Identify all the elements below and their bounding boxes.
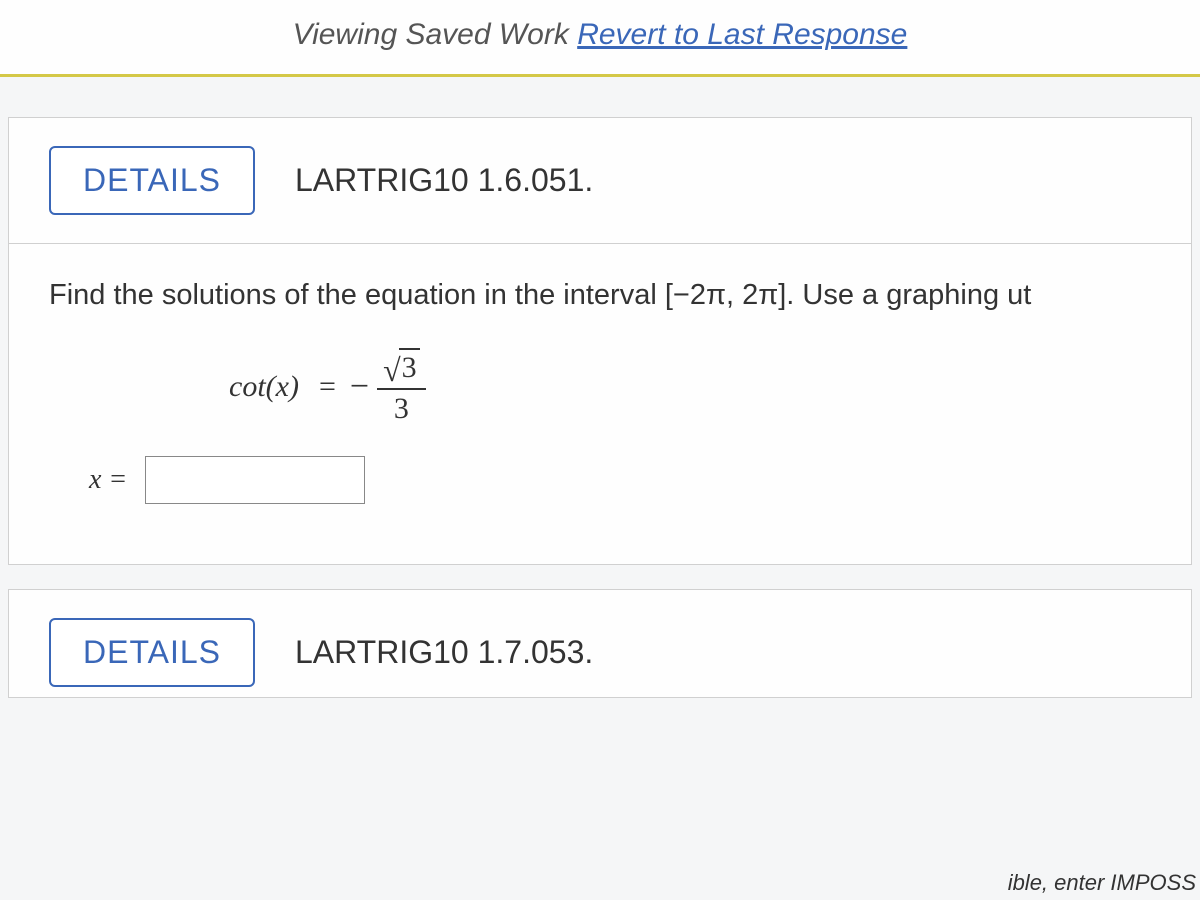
- answer-input[interactable]: [145, 456, 365, 504]
- fraction-denominator: 3: [394, 390, 409, 426]
- details-button[interactable]: DETAILS: [49, 618, 255, 687]
- question-block-1: DETAILS LARTRIG10 1.6.051. Find the solu…: [8, 117, 1192, 565]
- saved-work-banner: Viewing Saved Work Revert to Last Respon…: [0, 0, 1200, 77]
- equation: cot(x) = − √ 3 3: [229, 348, 1151, 426]
- answer-row: x =: [89, 456, 1151, 504]
- sqrt-value: 3: [399, 348, 420, 386]
- equation-fraction: √ 3 3: [377, 348, 426, 426]
- revert-link[interactable]: Revert to Last Response: [577, 18, 907, 51]
- answer-label: x =: [89, 464, 127, 496]
- fraction-numerator: √ 3: [377, 348, 426, 390]
- question-header-2: DETAILS LARTRIG10 1.7.053.: [49, 618, 1151, 687]
- question-block-2: DETAILS LARTRIG10 1.7.053.: [8, 589, 1192, 698]
- question-body: Find the solutions of the equation in th…: [9, 244, 1191, 504]
- equation-function: cot(x): [229, 370, 299, 404]
- question-header-1: DETAILS LARTRIG10 1.6.051.: [9, 146, 1191, 244]
- question-reference: LARTRIG10 1.6.051.: [295, 162, 593, 199]
- banner-prefix: Viewing Saved Work: [293, 18, 578, 51]
- equation-sign: −: [350, 368, 369, 406]
- details-button[interactable]: DETAILS: [49, 146, 255, 215]
- equation-equals: =: [319, 370, 336, 404]
- hint-fragment: ible, enter IMPOSS: [1008, 870, 1196, 896]
- question-instruction: Find the solutions of the equation in th…: [49, 274, 1151, 318]
- question-reference: LARTRIG10 1.7.053.: [295, 634, 593, 671]
